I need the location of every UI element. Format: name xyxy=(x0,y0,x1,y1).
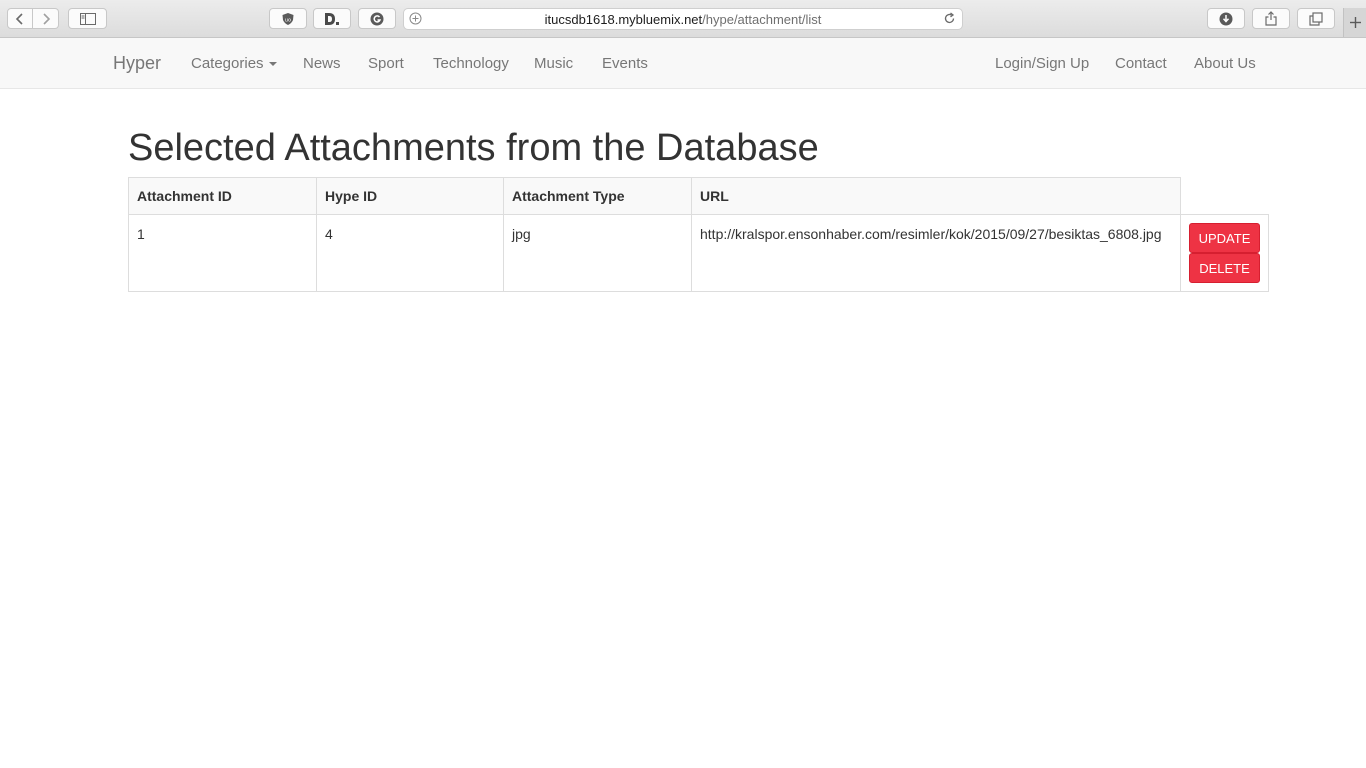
grammarly-icon xyxy=(370,12,384,25)
url-host: itucsdb1618.mybluemix.net xyxy=(544,12,703,27)
nav-events[interactable]: Events xyxy=(602,55,648,72)
url-path: /hype/attachment/list xyxy=(702,12,822,27)
tabs-icon xyxy=(1309,11,1323,26)
caret-down-icon xyxy=(268,62,277,67)
nav-about-us[interactable]: About Us xyxy=(1194,55,1256,72)
site-navbar: Hyper Categories News Sport Technology M… xyxy=(0,38,1366,89)
plus-icon xyxy=(1349,17,1361,28)
download-icon xyxy=(1219,12,1233,25)
brand-link[interactable]: Hyper xyxy=(113,53,161,73)
share-button[interactable] xyxy=(1252,8,1290,29)
column-header-url: URL xyxy=(691,177,1181,215)
nav-login-signup[interactable]: Login/Sign Up xyxy=(995,55,1089,72)
dashlane-icon xyxy=(325,12,339,25)
new-tab-button[interactable] xyxy=(1343,8,1366,37)
url-text: itucsdb1618.mybluemix.net/hype/attachmen… xyxy=(404,12,962,27)
reload-icon[interactable] xyxy=(943,12,956,25)
browser-toolbar: uo itucsdb1618.mybluemix.net/hype/attach… xyxy=(0,0,1366,38)
sidebar-icon xyxy=(79,12,96,25)
svg-text:uo: uo xyxy=(285,17,291,23)
column-header-actions xyxy=(1181,178,1269,215)
nav-contact[interactable]: Contact xyxy=(1115,55,1167,72)
column-header-hype-id: Hype ID xyxy=(316,177,504,215)
delete-button[interactable]: DELETE xyxy=(1189,253,1260,283)
cell-hype-id: 4 xyxy=(316,214,504,292)
share-icon xyxy=(1265,11,1277,26)
chevron-right-icon xyxy=(42,12,50,25)
nav-technology[interactable]: Technology xyxy=(433,55,509,72)
nav-news[interactable]: News xyxy=(303,55,341,72)
address-bar[interactable]: itucsdb1618.mybluemix.net/hype/attachmen… xyxy=(403,8,963,30)
downloads-button[interactable] xyxy=(1207,8,1245,29)
table-header-row: Attachment ID Hype ID Attachment Type UR… xyxy=(128,177,1269,215)
table-row: 1 4 jpg http://kralspor.ensonhaber.com/r… xyxy=(128,214,1269,292)
nav-sport[interactable]: Sport xyxy=(368,55,404,72)
column-header-attachment-type: Attachment Type xyxy=(503,177,692,215)
page-title: Selected Attachments from the Database xyxy=(128,127,819,169)
cell-attachment-type: jpg xyxy=(503,214,692,292)
history-buttons xyxy=(7,8,59,29)
attachments-table: Attachment ID Hype ID Attachment Type UR… xyxy=(128,177,1269,292)
update-button[interactable]: UPDATE xyxy=(1189,223,1260,253)
back-button[interactable] xyxy=(7,8,33,29)
grammarly-extension-button[interactable] xyxy=(358,8,396,29)
cell-attachment-id: 1 xyxy=(128,214,317,292)
ublock-extension-button[interactable]: uo xyxy=(269,8,307,29)
nav-music[interactable]: Music xyxy=(534,55,573,72)
nav-categories-dropdown[interactable]: Categories xyxy=(191,55,277,72)
nav-categories-label: Categories xyxy=(191,55,264,72)
shield-icon: uo xyxy=(282,12,294,25)
chevron-left-icon xyxy=(15,12,23,25)
column-header-attachment-id: Attachment ID xyxy=(128,177,317,215)
dashlane-extension-button[interactable] xyxy=(313,8,351,29)
tab-overview-button[interactable] xyxy=(1297,8,1335,29)
forward-button[interactable] xyxy=(33,8,59,29)
cell-url: http://kralspor.ensonhaber.com/resimler/… xyxy=(691,214,1181,292)
sidebar-button[interactable] xyxy=(68,8,107,29)
cell-actions: UPDATE DELETE xyxy=(1180,214,1269,292)
